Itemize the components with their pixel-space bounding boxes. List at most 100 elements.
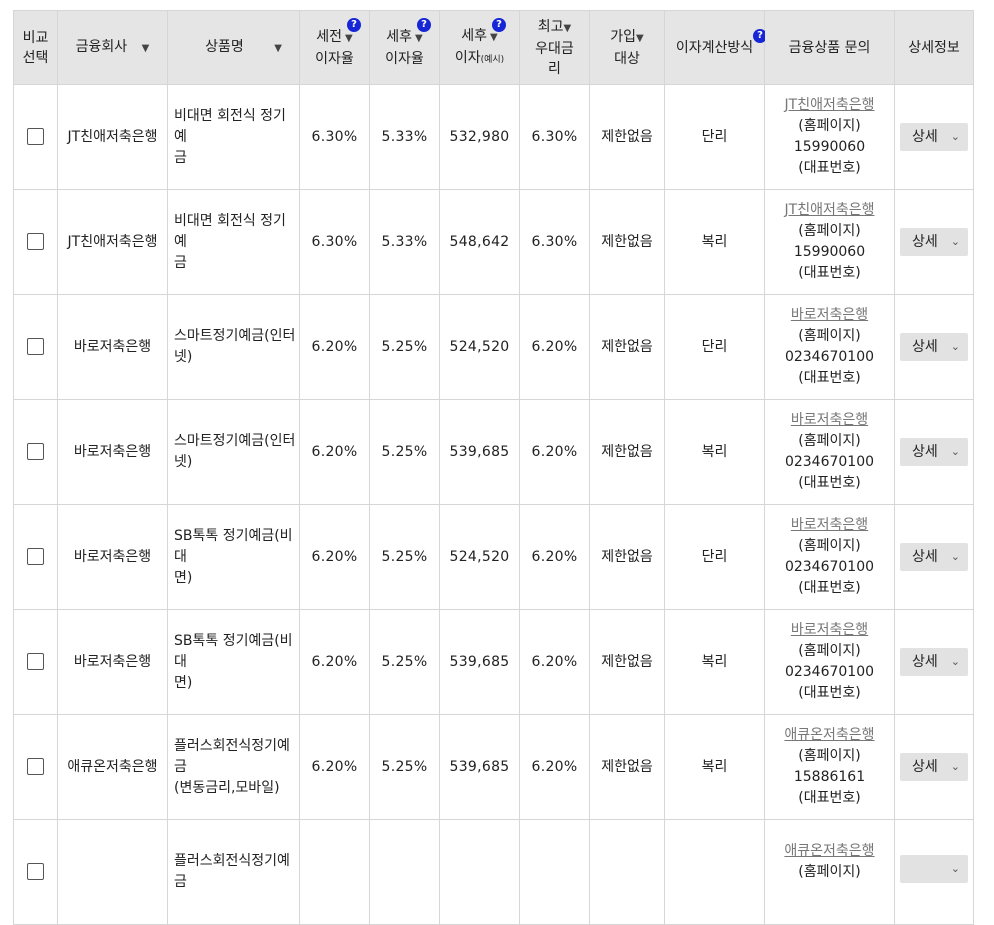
inquiry-cell: 애큐온저축은행 (홈페이지) — [764, 819, 895, 925]
after-tax-rate: 5.33% — [369, 84, 440, 190]
compare-checkbox[interactable] — [27, 653, 44, 670]
company-homepage-link[interactable]: JT친애저축은행 — [785, 202, 875, 218]
header-pre-tax-rate[interactable]: ? 세전 ▼ 이자율 — [299, 10, 370, 85]
header-after-tax-rate[interactable]: ? 세후 ▼ 이자율 — [369, 10, 440, 85]
company-homepage-link[interactable]: 바로저축은행 — [791, 307, 868, 323]
calc-method: 복리 — [664, 189, 765, 295]
inquiry-cell: 바로저축은행 (홈페이지) 0234670100 (대표번호) — [764, 399, 895, 505]
chevron-down-icon: ⌄ — [950, 655, 960, 668]
company-homepage-link[interactable]: JT친애저축은행 — [785, 97, 875, 113]
sort-down-icon[interactable]: ▼ — [636, 29, 644, 49]
detail-cell: 상세 ⌄ — [894, 504, 974, 610]
product-name: 스마트정기예금(인터 넷) — [167, 399, 300, 505]
header-join-target[interactable]: 가입▼ 대상 — [589, 10, 665, 85]
header-after-tax-interest[interactable]: ? 세후 ▼ 이자(예시) — [439, 10, 520, 85]
help-icon[interactable]: ? — [417, 18, 431, 32]
max-preferential-rate — [519, 819, 590, 925]
header-calc-method[interactable]: 이자계산방식 ? — [664, 10, 767, 85]
pre-tax-rate: 6.20% — [299, 399, 370, 505]
product-name: 플러스회전식정기예금 — [167, 819, 300, 925]
detail-dropdown-button[interactable]: 상세 ⌄ — [900, 333, 968, 361]
compare-checkbox[interactable] — [27, 758, 44, 775]
inquiry-cell: JT친애저축은행 (홈페이지) 15990060 (대표번호) — [764, 189, 895, 295]
table-row: 바로저축은행 스마트정기예금(인터 넷) 6.20% 5.25% 539,685… — [13, 399, 974, 505]
detail-cell: 상세 ⌄ — [894, 609, 974, 715]
max-preferential-rate: 6.20% — [519, 609, 590, 715]
table-body: JT친애저축은행 비대면 회전식 정기예 금 6.30% 5.33% 532,9… — [13, 84, 974, 925]
inquiry-cell: JT친애저축은행 (홈페이지) 15990060 (대표번호) — [764, 84, 895, 190]
chevron-down-icon: ⌄ — [950, 760, 960, 773]
table-row: 바로저축은행 SB톡톡 정기예금(비대 면) 6.20% 5.25% 524,5… — [13, 504, 974, 610]
join-target — [589, 819, 665, 925]
calc-method: 단리 — [664, 84, 765, 190]
join-target: 제한없음 — [589, 189, 665, 295]
detail-cell: 상세 ⌄ — [894, 714, 974, 820]
chevron-down-icon: ⌄ — [950, 550, 960, 563]
max-preferential-rate: 6.30% — [519, 189, 590, 295]
detail-dropdown-button[interactable]: 상세 ⌄ — [900, 228, 968, 256]
after-tax-interest: 539,685 — [439, 714, 520, 820]
join-target: 제한없음 — [589, 714, 665, 820]
phone-number: 15990060 — [793, 244, 866, 260]
table-row: 플러스회전식정기예금 애큐온저축은행 (홈페이지) ⌄ — [13, 819, 974, 925]
header-inquiry: 금융상품 문의 — [764, 10, 895, 85]
header-company[interactable]: 금융회사 ▼ — [57, 10, 168, 85]
join-target: 제한없음 — [589, 399, 665, 505]
chevron-down-icon: ⌄ — [950, 130, 960, 143]
company-homepage-link[interactable]: 바로저축은행 — [791, 412, 868, 428]
sort-down-icon[interactable]: ▼ — [142, 39, 150, 59]
max-preferential-rate: 6.20% — [519, 714, 590, 820]
company-homepage-link[interactable]: 애큐온저축은행 — [784, 843, 874, 859]
header-product[interactable]: 상품명 ▼ — [167, 10, 300, 85]
compare-checkbox[interactable] — [27, 548, 44, 565]
detail-dropdown-button[interactable]: 상세 ⌄ — [900, 753, 968, 781]
header-max-rate[interactable]: 최고▼ 우대금 리 — [519, 10, 590, 85]
detail-dropdown-button[interactable]: 상세 ⌄ — [900, 543, 968, 571]
company-name: 바로저축은행 — [57, 399, 168, 505]
sort-down-icon[interactable]: ▼ — [274, 39, 282, 59]
compare-cell — [13, 294, 58, 400]
detail-dropdown-button[interactable]: ⌄ — [900, 854, 968, 883]
join-target: 제한없음 — [589, 504, 665, 610]
calc-method: 단리 — [664, 504, 765, 610]
table-row: 애큐온저축은행 플러스회전식정기예금 (변동금리,모바일) 6.20% 5.25… — [13, 714, 974, 820]
join-target: 제한없음 — [589, 294, 665, 400]
inquiry-cell: 바로저축은행 (홈페이지) 0234670100 (대표번호) — [764, 504, 895, 610]
chevron-down-icon: ⌄ — [950, 340, 960, 353]
help-icon[interactable]: ? — [492, 18, 506, 32]
detail-dropdown-button[interactable]: 상세 ⌄ — [900, 438, 968, 466]
compare-checkbox[interactable] — [27, 233, 44, 250]
compare-cell — [13, 84, 58, 190]
table-row: 바로저축은행 SB톡톡 정기예금(비대 면) 6.20% 5.25% 539,6… — [13, 609, 974, 715]
company-homepage-link[interactable]: 애큐온저축은행 — [784, 727, 874, 743]
max-preferential-rate: 6.20% — [519, 294, 590, 400]
pre-tax-rate: 6.20% — [299, 609, 370, 715]
company-name — [57, 819, 168, 925]
company-homepage-link[interactable]: 바로저축은행 — [791, 622, 868, 638]
detail-cell: 상세 ⌄ — [894, 189, 974, 295]
sort-down-icon[interactable]: ▼ — [564, 19, 572, 39]
after-tax-rate: 5.25% — [369, 294, 440, 400]
compare-checkbox[interactable] — [27, 443, 44, 460]
chevron-down-icon: ⌄ — [950, 235, 960, 248]
compare-cell — [13, 819, 58, 925]
company-homepage-link[interactable]: 바로저축은행 — [791, 517, 868, 533]
calc-method: 복리 — [664, 609, 765, 715]
calc-method: 복리 — [664, 399, 765, 505]
compare-checkbox[interactable] — [27, 128, 44, 145]
inquiry-cell: 바로저축은행 (홈페이지) 0234670100 (대표번호) — [764, 294, 895, 400]
phone-number: 15990060 — [793, 139, 866, 155]
compare-checkbox[interactable] — [27, 863, 44, 880]
join-target: 제한없음 — [589, 84, 665, 190]
compare-checkbox[interactable] — [27, 338, 44, 355]
compare-cell — [13, 714, 58, 820]
phone-number: 0234670100 — [784, 559, 875, 575]
detail-cell: ⌄ — [894, 819, 974, 925]
help-icon[interactable]: ? — [347, 18, 361, 32]
deposit-comparison-table: 비교 선택 금융회사 ▼ 상품명 ▼ ? 세전▼ 이자율 ? 세후▼ 이자율 — [13, 10, 974, 925]
detail-dropdown-button[interactable]: 상세 ⌄ — [900, 123, 968, 151]
detail-dropdown-button[interactable]: 상세 ⌄ — [900, 648, 968, 676]
max-preferential-rate: 6.20% — [519, 399, 590, 505]
after-tax-interest: 532,980 — [439, 84, 520, 190]
after-tax-rate: 5.25% — [369, 714, 440, 820]
